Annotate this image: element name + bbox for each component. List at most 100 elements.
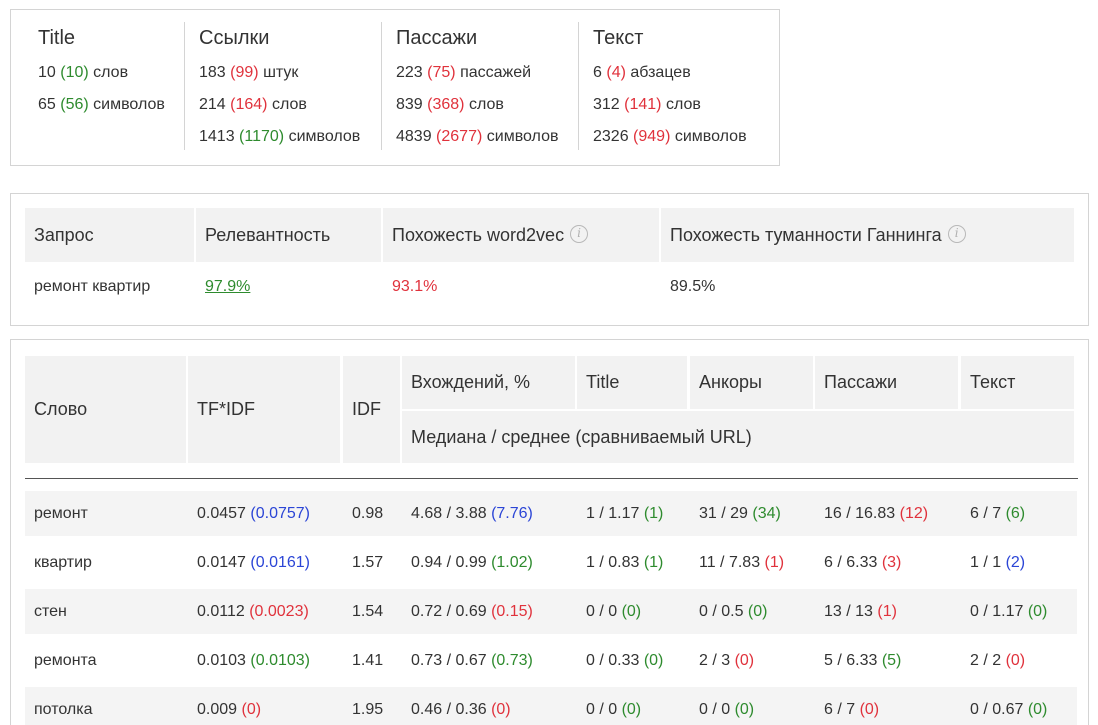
query-value: ремонт квартир [34, 278, 151, 295]
col-header-passages-label: Пассажи [824, 372, 898, 392]
table-row[interactable]: квартир 0.0147 (0.0161) 1.57 0.94 / 0.99 (1… [25, 540, 1077, 585]
table-row[interactable]: потолка 0.009 (0) 1.95 0.46 / 0.36 (0) 0 / 0… [25, 687, 1077, 725]
cell-compare-value: (2) [1005, 554, 1026, 571]
summary-stat-row: 214 (164) слов [199, 89, 381, 121]
stat-compare-value: (164) [230, 96, 268, 113]
cell-title: 0 / 0 (0) [577, 687, 641, 725]
cell-value: 0 / 0.33 [586, 652, 644, 669]
cell-word: ремонта [34, 652, 97, 669]
relevance-header-label: Релевантность [205, 225, 331, 245]
cell-compare-value: (12) [899, 505, 929, 522]
stat-compare-value: (4) [606, 64, 626, 81]
relevance-header: Релевантность [196, 208, 381, 262]
col-subheader: Медиана / среднее (сравниваемый URL) [402, 411, 1074, 463]
col-header-anchors[interactable]: Анкоры [690, 356, 813, 409]
col-header-word-label: Слово [34, 399, 88, 419]
stat-unit: абзацев [630, 64, 691, 81]
table-row[interactable]: ремонт 0.0457 (0.0757) 0.98 4.68 / 3.88 (7.… [25, 491, 1077, 536]
summary-stat-row: 183 (99) штук [199, 57, 381, 89]
stat-value: 214 [199, 96, 226, 113]
cell-value: 11 / 7.83 [699, 554, 765, 571]
cell-compare-value: (1) [643, 554, 664, 571]
stat-value: 183 [199, 64, 226, 81]
cell-value: 6 / 6.33 [824, 554, 882, 571]
cell-compare-value: (0.0023) [249, 603, 309, 620]
cell-compare-value: (1) [643, 505, 664, 522]
table-row[interactable]: стен 0.0112 (0.0023) 1.54 0.72 / 0.69 (0.15… [25, 589, 1077, 634]
cell-title: 1 / 1.17 (1) [577, 491, 663, 536]
cell-text: 0 / 0.67 (0) [961, 687, 1047, 725]
cell-tfidf: 0.009 (0) [188, 687, 261, 725]
info-icon[interactable]: i [947, 225, 966, 243]
col-header-occurrences-label: Вхождений, % [411, 372, 531, 392]
col-header-idf[interactable]: IDF [343, 356, 400, 463]
col-header-passages[interactable]: Пассажи [815, 356, 958, 409]
summary-links-heading: Ссылки [199, 27, 270, 49]
cell-value: 13 / 13 [824, 603, 878, 620]
summary-passages-heading: Пассажи [396, 27, 478, 49]
stat-compare-value: (75) [427, 64, 456, 81]
cell-value: 0 / 0 [586, 701, 622, 718]
stat-compare-value: (1170) [239, 128, 285, 145]
cell-compare-value: (0) [734, 701, 755, 718]
cell-compare-value: (0) [621, 603, 642, 620]
cell-value: 6 / 7 [824, 701, 860, 718]
cell-tfidf: 0.0103 (0.0103) [188, 638, 310, 683]
info-icon[interactable]: i [570, 225, 589, 243]
query-panel: Запрос Релевантность Похожесть word2vec i… [10, 193, 1089, 326]
col-header-word[interactable]: Слово [25, 356, 186, 463]
cell-word: потолка [34, 701, 93, 718]
cell-idf: 0.98 [352, 505, 384, 522]
gunning-header: Похожесть туманности Ганнинга i [661, 208, 1074, 262]
cell-tfidf: 0.0112 (0.0023) [188, 589, 309, 634]
w2v-value: 93.1% [392, 278, 438, 295]
summary-stat-row: 223 (75) пассажей [396, 57, 578, 89]
cell-occ: 0.46 / 0.36 (0) [402, 687, 511, 725]
stat-unit: пассажей [460, 64, 532, 81]
col-header-tfidf[interactable]: TF*IDF [188, 356, 340, 463]
cell-text: 0 / 1.17 (0) [961, 589, 1047, 634]
cell-tfidf: 0.0147 (0.0161) [188, 540, 310, 585]
cell-text: 6 / 7 (6) [961, 491, 1025, 536]
cell-compare-value: (0) [1027, 603, 1048, 620]
cell-value: 0.0103 [197, 652, 251, 669]
stat-unit: слов [93, 64, 129, 81]
cell-idf: 1.57 [352, 554, 384, 571]
cell-compare-value: (0) [1027, 701, 1048, 718]
cell-compare-value: (0) [643, 652, 664, 669]
summary-stat-row: 6 (4) абзацев [593, 57, 768, 89]
cell-value: 0 / 0 [586, 603, 622, 620]
col-header-title[interactable]: Title [577, 356, 687, 409]
table-row[interactable]: ремонта 0.0103 (0.0103) 1.41 0.73 / 0.67 (0… [25, 638, 1077, 683]
cell-compare-value: (0) [859, 701, 880, 718]
w2v-header-label: Похожесть word2vec [392, 225, 565, 245]
col-header-text[interactable]: Текст [961, 356, 1074, 409]
stat-unit: слов [468, 96, 504, 113]
cell-word: стен [34, 603, 67, 620]
cell-compare-value: (0.15) [491, 603, 533, 620]
stat-compare-value: (2677) [436, 128, 483, 145]
stat-compare-value: (10) [60, 64, 89, 81]
relevance-link[interactable]: 97.9% [196, 276, 250, 298]
cell-value: 31 / 29 [699, 505, 753, 522]
summary-links-column: Ссылки 183 (99) штук 214 (164) слов 1413 (… [184, 22, 381, 150]
summary-stat-row: 839 (368) слов [396, 89, 578, 121]
cell-anchors: 0 / 0 (0) [690, 687, 754, 725]
col-header-occurrences[interactable]: Вхождений, % [402, 356, 575, 409]
cell-value: 0.46 / 0.36 [411, 701, 492, 718]
query-header: Запрос [25, 208, 194, 262]
stat-compare-value: (99) [230, 64, 259, 81]
cell-compare-value: (0) [241, 701, 262, 718]
cell-title: 1 / 0.83 (1) [577, 540, 663, 585]
cell-compare-value: (6) [1005, 505, 1026, 522]
cell-anchors: 2 / 3 (0) [690, 638, 754, 683]
col-subheader-label: Медиана / среднее (сравниваемый URL) [411, 427, 752, 447]
stat-value: 65 [38, 96, 56, 113]
relevance-value[interactable]: 97.9% [205, 278, 250, 295]
stat-unit: штук [263, 64, 299, 81]
summary-title-heading: Title [38, 27, 76, 49]
stat-compare-value: (949) [633, 128, 671, 145]
summary-passages-column: Пассажи 223 (75) пассажей 839 (368) слов 4… [381, 22, 578, 150]
stat-unit: символов [288, 128, 361, 145]
cell-compare-value: (0.0161) [250, 554, 310, 571]
